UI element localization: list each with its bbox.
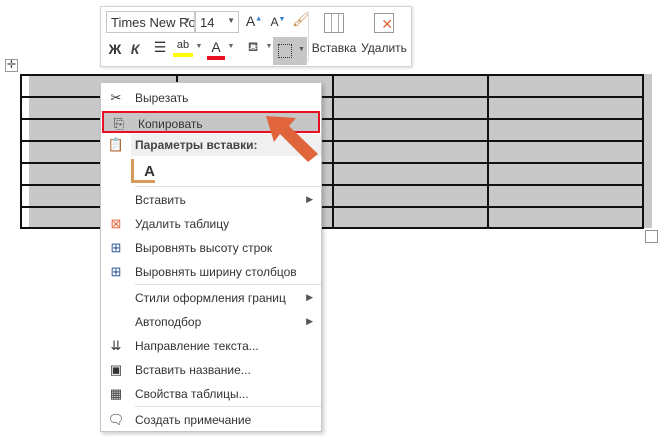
paste-icon: 📋 [107, 137, 125, 152]
borders-button[interactable]: ▼ [273, 37, 307, 65]
menu-item-label: Свойства таблицы... [135, 387, 249, 401]
table-properties-icon: ▦ [109, 386, 123, 401]
menu-separator [135, 284, 321, 285]
text-direction-icon: ⇊ [110, 338, 122, 353]
menu-item-label: Параметры вставки: [135, 138, 258, 152]
menu-item-label: Автоподбор [135, 315, 202, 329]
copy-icon: ⎘ [113, 116, 125, 131]
grow-font-icon: A [245, 13, 256, 29]
menu-separator [135, 406, 321, 407]
shrink-font-button[interactable]: A▼ [269, 15, 287, 29]
distribute-rows-icon: ⊞ [110, 240, 122, 255]
menu-item[interactable]: ⊠ Удалить таблицу [101, 213, 321, 235]
menu-item-label: Копировать [138, 117, 203, 131]
menu-separator [135, 186, 321, 187]
mini-toolbar: Times New Ro ▼ 14 ▼ A▲ A▼ 🖌 Ж К ☰ ab ▼ A ▼… [100, 6, 412, 67]
align-center-icon[interactable]: ☰ [151, 39, 169, 56]
table-column-border [332, 74, 334, 229]
font-size-combo[interactable]: 14 ▼ [195, 11, 239, 33]
chevron-down-icon[interactable]: ▼ [265, 43, 273, 50]
menu-item-label: Выровнять высоту строк [135, 241, 273, 255]
submenu-arrow-icon: ▶ [306, 316, 313, 326]
menu-item-label: Стили оформления границ [135, 291, 286, 305]
bold-button[interactable]: Ж [107, 41, 123, 57]
scissors-icon: ✂ [110, 90, 122, 105]
borders-icon [278, 44, 292, 58]
insert-label: Вставка [311, 41, 357, 55]
arrow-shape [266, 116, 318, 162]
toolbar-separator [308, 12, 309, 62]
menu-item[interactable]: ⊞ Выровнять высоту строк [101, 237, 321, 259]
shrink-font-icon: A [270, 15, 279, 29]
annotation-arrow [266, 116, 318, 162]
highlight-icon: ab [176, 39, 190, 51]
font-color-button[interactable]: A [207, 39, 225, 60]
menu-item[interactable]: ✂ Вырезать [101, 87, 321, 109]
menu-item[interactable]: Автоподбор ▶ [101, 311, 321, 333]
menu-item[interactable]: 🗨 Создать примечание [101, 409, 321, 431]
menu-item[interactable]: Стили оформления границ ▶ [101, 287, 321, 309]
menu-item-label: Направление текста... [135, 339, 259, 353]
chevron-down-icon: ▼ [298, 46, 305, 53]
insert-caption-icon: ▣ [109, 362, 123, 377]
font-name-combo[interactable]: Times New Ro ▼ [106, 11, 195, 33]
menu-item[interactable]: ⊞ Выровнять ширину столбцов [101, 261, 321, 283]
font-color-icon: A [211, 39, 221, 55]
delete-table-icon: ✕ [374, 13, 394, 33]
grow-font-button[interactable]: A▲ [245, 13, 263, 29]
menu-item-label: Удалить таблицу [135, 217, 230, 231]
new-comment-icon: 🗨 [107, 412, 125, 427]
distribute-columns-icon: ⊞ [110, 264, 122, 279]
chevron-down-icon: ▼ [227, 16, 235, 25]
table-column-border [487, 74, 489, 229]
menu-item[interactable]: ▣ Вставить название... [101, 359, 321, 381]
menu-item-label: Вырезать [135, 91, 189, 105]
submenu-arrow-icon: ▶ [306, 194, 313, 204]
menu-item-label: Создать примечание [135, 413, 252, 427]
delete-table-icon: ⊠ [110, 216, 122, 231]
delete-label: Удалить [361, 41, 407, 55]
shading-button[interactable]: ⛾ [243, 39, 263, 57]
chevron-down-icon[interactable]: ▼ [227, 43, 235, 50]
menu-item-label: Вставить название... [135, 363, 251, 377]
table-resize-handle[interactable] [645, 230, 658, 243]
highlight-button[interactable]: ab [173, 39, 193, 57]
menu-item-label: Вставить [135, 193, 186, 207]
menu-item-label: Выровнять ширину столбцов [135, 265, 297, 279]
paste-keep-text-only-button[interactable]: A [131, 159, 155, 183]
insert-table-icon [324, 13, 344, 33]
font-size-value: 14 [200, 15, 215, 30]
insert-button[interactable]: Вставка [311, 11, 357, 63]
table-column-border [642, 74, 644, 229]
table-column-border [20, 74, 22, 229]
menu-item[interactable]: ▦ Свойства таблицы... [101, 383, 321, 405]
submenu-arrow-icon: ▶ [306, 292, 313, 302]
chevron-down-icon: ▼ [183, 16, 191, 25]
delete-button[interactable]: ✕ Удалить [359, 11, 409, 63]
menu-item[interactable]: ⇊ Направление текста... [101, 335, 321, 357]
table-move-handle[interactable]: ✛ [5, 59, 18, 72]
chevron-down-icon[interactable]: ▼ [195, 43, 203, 50]
italic-button[interactable]: К [127, 41, 143, 57]
menu-item[interactable]: Вставить ▶ [101, 189, 321, 211]
paste-option-label: A [144, 163, 155, 180]
